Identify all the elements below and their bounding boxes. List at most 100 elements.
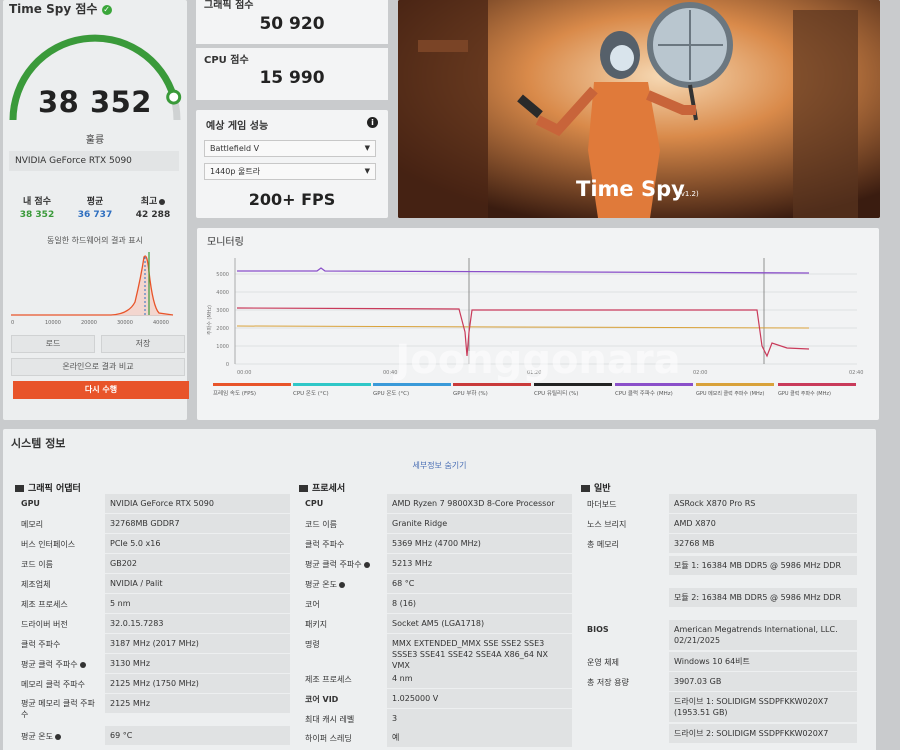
info-icon[interactable] xyxy=(159,198,166,205)
system-info-panel: 시스템 정보 세부정보 숨기기 그래픽 어댑터 프로세서 일반 GPU NVID… xyxy=(3,429,876,750)
legend-label-1: CPU 온도 (°C) xyxy=(293,390,329,397)
monitoring-chart: 5000 4000 3000 2000 1000 0 주파수 (MHz) 00:… xyxy=(206,258,863,397)
gpu-avg-clock-key: 평균 클럭 주파수 xyxy=(21,659,86,670)
info-icon[interactable]: i xyxy=(367,117,378,128)
time-spy-hero-image: Time Spy (v1.2) xyxy=(398,0,880,218)
right-pillar xyxy=(793,10,858,218)
graphics-score-value: 50 920 xyxy=(259,14,325,34)
instructions-key: 명령 xyxy=(305,640,320,649)
best-score-label-text: 최고 xyxy=(140,197,158,207)
memory-module-1: 모듈 1: 16384 MB DDR5 @ 5986 MHz DDR xyxy=(669,556,857,575)
monitor-legend: 프레임 속도 (FPS) CPU 온도 (°C) GPU 온도 (°C) GPU… xyxy=(213,383,856,397)
gpu-avg-clock-value: 3130 MHz xyxy=(105,654,290,673)
gpu-avg-clock-key-text: 평균 클럭 주파수 xyxy=(21,660,78,669)
cpu-avg-temp-value: 68 °C xyxy=(387,574,572,593)
x-tick-3: 02:00 xyxy=(693,370,707,376)
driver-version-key: 드라이버 버전 xyxy=(21,620,68,629)
total-storage-value: 3907.03 GB xyxy=(669,672,857,691)
cpu-clock-line xyxy=(237,267,810,274)
info-icon[interactable] xyxy=(54,733,61,740)
my-score-value: 38 352 xyxy=(19,210,55,220)
best-score-value: 42 288 xyxy=(135,210,171,220)
compare-online-button[interactable]: 온라인으로 결과 비교 xyxy=(11,358,185,376)
hero-title: Time Spy xyxy=(576,177,685,201)
x-tick-0: 00:00 xyxy=(237,370,251,376)
core-vid-key: 코어 VID xyxy=(305,695,339,704)
cpu-score-value: 15 990 xyxy=(259,68,325,88)
hyperthreading-key: 하이퍼 스레딩 xyxy=(305,734,352,743)
memory-clock-value: 2125 MHz (1750 MHz) xyxy=(105,674,290,693)
bios-value: American Megatrends International, LLC. … xyxy=(669,620,857,650)
hero-artwork: Time Spy (v1.2) xyxy=(398,0,880,218)
package-key: 패키지 xyxy=(305,620,328,629)
gpu-value: NVIDIA GeForce RTX 5090 xyxy=(105,494,290,513)
info-icon[interactable] xyxy=(363,561,370,568)
legend-swatch-1 xyxy=(293,383,371,386)
gpu-section-header: 그래픽 어댑터 xyxy=(15,481,81,494)
gpu-avg-temp-value: 69 °C xyxy=(105,726,290,745)
gpu-avg-temp-key: 평균 온도 xyxy=(21,731,61,742)
dist-tick-4: 40000 xyxy=(153,320,169,326)
run-again-button[interactable]: 다시 수행 xyxy=(13,381,189,399)
pillar-ledge xyxy=(418,40,468,52)
legend-swatch-3 xyxy=(453,383,531,386)
legend-label-3: GPU 부하 (%) xyxy=(453,389,488,397)
chevron-down-icon: ▼ xyxy=(364,167,370,175)
legend-swatch-6 xyxy=(696,383,774,386)
info-icon[interactable] xyxy=(79,661,86,668)
cpu-score-title: CPU 점수 xyxy=(204,55,249,66)
game-select-value: Battlefield V xyxy=(210,144,260,153)
legend-label-0: 프레임 속도 (FPS) xyxy=(213,389,256,397)
score-status: 훌륭 xyxy=(85,135,105,146)
cores-key: 코어 xyxy=(305,600,320,609)
graphics-card-icon xyxy=(15,485,24,492)
dist-tick-0: 0 xyxy=(11,320,14,326)
resolution-select[interactable]: 1440p 울트라 ▼ xyxy=(204,163,376,180)
legend-label-2: GPU 온도 (°C) xyxy=(373,390,409,397)
cpu-avg-clock-key-text: 평균 클럭 주파수 xyxy=(305,560,362,569)
gpu-memory-value: 32768MB GDDR7 xyxy=(105,514,290,533)
left-pillar xyxy=(398,0,488,218)
dist-tick-3: 30000 xyxy=(117,320,133,326)
motherboard-key: 마더보드 xyxy=(587,500,617,509)
distribution-label: 동일한 하드웨어의 결과 표시 xyxy=(47,236,143,245)
avg-score-stat: 평균 36 737 xyxy=(67,194,123,220)
os-value: Windows 10 64비트 xyxy=(669,652,857,671)
cpu-codename-key: 코드 이름 xyxy=(305,520,337,529)
save-button[interactable]: 저장 xyxy=(101,335,185,353)
drive-1: 드라이브 1: SOLIDIGM SSDPFKKW020X7 (1953.51 … xyxy=(669,692,857,722)
max-cache-value: 3 xyxy=(387,709,572,728)
cpu-key: CPU xyxy=(305,499,324,508)
cpu-section-header: 프로세서 xyxy=(299,481,345,494)
processor-icon xyxy=(299,485,308,492)
system-info-title: 시스템 정보 xyxy=(11,437,66,450)
legend-swatch-4 xyxy=(534,383,612,386)
motherboard-value: ASRock X870 Pro RS xyxy=(669,494,857,513)
general-section-title: 일반 xyxy=(594,484,611,494)
gpu-codename-value: GB202 xyxy=(105,554,290,573)
my-score-label: 내 점수 xyxy=(23,197,51,207)
info-icon[interactable] xyxy=(338,581,345,588)
monitoring-title: 모니터링 xyxy=(207,237,244,248)
game-select[interactable]: Battlefield V ▼ xyxy=(204,140,376,157)
legend-label-7: GPU 클럭 주파수 (MHz) xyxy=(778,390,831,397)
y-tick-1: 4000 xyxy=(216,290,229,296)
gpu-memory-key: 메모리 xyxy=(21,520,44,529)
memory-module-2: 모듈 2: 16384 MB DDR5 @ 5986 MHz DDR xyxy=(669,588,857,607)
northbridge-value: AMD X870 xyxy=(669,514,857,533)
max-cache-key: 최대 캐시 레벨 xyxy=(305,715,355,724)
cpu-value: AMD Ryzen 7 9800X3D 8-Core Processor xyxy=(387,494,572,513)
hyperthreading-value: 예 xyxy=(387,728,572,747)
my-score-stat: 내 점수 38 352 xyxy=(9,194,65,220)
hide-details-link[interactable]: 세부정보 숨기기 xyxy=(3,460,876,471)
y-tick-0: 5000 xyxy=(216,272,229,278)
load-button[interactable]: 로드 xyxy=(11,335,95,353)
gpu-clock-value: 3187 MHz (2017 MHz) xyxy=(105,634,290,653)
cpu-process-key: 제조 프로세스 xyxy=(305,675,352,684)
cpu-section-title: 프로세서 xyxy=(312,484,346,494)
total-storage-key: 총 저장 용량 xyxy=(587,678,629,687)
y-tick-4: 1000 xyxy=(216,344,229,350)
total-memory-value: 32768 MB xyxy=(669,534,857,553)
cpu-clock-key: 클럭 주파수 xyxy=(305,540,345,549)
monitoring-panel: 모니터링 5000 4000 3000 2000 1000 0 주파수 (MHz… xyxy=(197,228,879,420)
